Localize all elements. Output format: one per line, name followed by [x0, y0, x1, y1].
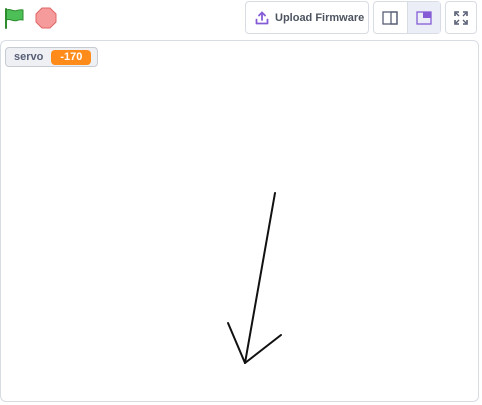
fullscreen-icon: [454, 10, 468, 25]
large-stage-icon: [416, 10, 432, 25]
large-stage-button[interactable]: [407, 2, 440, 33]
upload-firmware-label: Upload Firmware: [275, 11, 365, 24]
stage-canvas[interactable]: servo -170: [0, 40, 479, 402]
fullscreen-button[interactable]: [445, 1, 477, 34]
upload-icon: [255, 11, 269, 24]
arrow-sprite[interactable]: [1, 41, 479, 402]
stage-size-toggle: [373, 1, 441, 34]
small-stage-button[interactable]: [374, 2, 408, 33]
small-stage-icon: [382, 10, 398, 25]
stop-icon: [35, 7, 57, 29]
stop-button[interactable]: [34, 6, 58, 30]
upload-firmware-button[interactable]: Upload Firmware: [245, 1, 369, 34]
green-flag-icon: [5, 8, 24, 29]
green-flag-button[interactable]: [2, 6, 26, 30]
stage-toolbar: Upload Firmware: [0, 0, 482, 37]
